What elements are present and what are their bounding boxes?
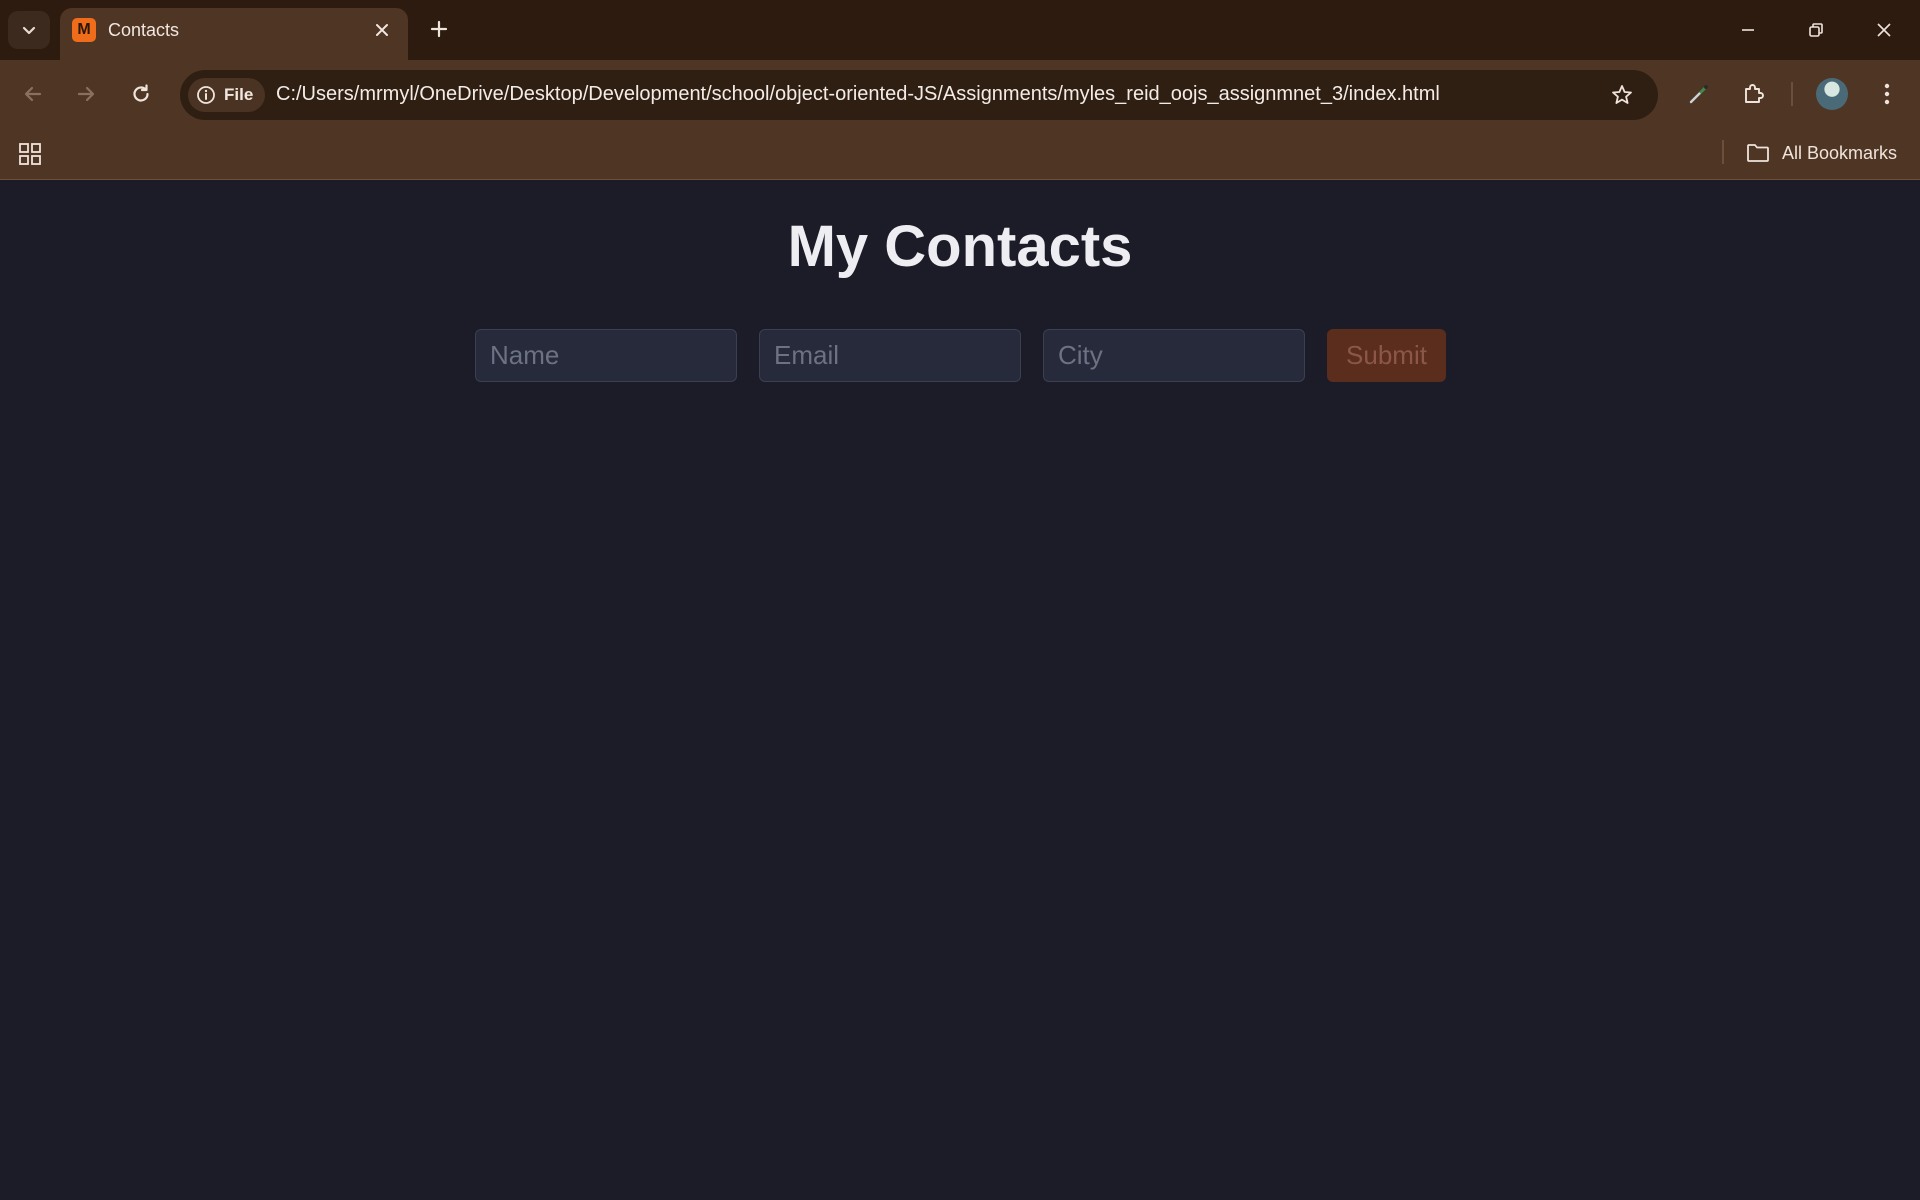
city-input[interactable] (1043, 329, 1305, 382)
minimize-button[interactable] (1723, 10, 1773, 50)
info-icon (197, 86, 215, 104)
chevron-down-icon (22, 26, 36, 35)
new-tab-button[interactable] (422, 12, 456, 46)
eyedropper-icon (1689, 85, 1708, 104)
site-info-label: File (224, 85, 254, 104)
contact-form: Submit (475, 329, 1446, 382)
submit-button[interactable]: Submit (1327, 329, 1446, 382)
back-button[interactable] (13, 74, 53, 114)
bookmark-star-button[interactable] (1606, 79, 1638, 111)
apps-button[interactable] (16, 140, 44, 168)
tab-search-button[interactable] (8, 11, 50, 49)
page-title: My Contacts (787, 214, 1133, 279)
forward-arrow-icon (77, 86, 95, 102)
profile-avatar[interactable] (1816, 78, 1848, 110)
reload-icon (133, 84, 149, 102)
tab-title: Contacts (108, 20, 180, 40)
tab-favicon-icon: M (72, 18, 96, 42)
all-bookmarks-button[interactable]: All Bookmarks (1746, 138, 1897, 168)
address-bar[interactable]: File C:/Users/mrmyl/OneDrive/Desktop/Dev… (180, 70, 1658, 120)
url-text[interactable]: C:/Users/mrmyl/OneDrive/Desktop/Developm… (276, 83, 1440, 106)
folder-icon (1747, 144, 1769, 162)
name-input[interactable] (475, 329, 737, 382)
apps-grid-icon (19, 143, 41, 165)
tab-strip: M Contacts (0, 0, 1920, 60)
page-viewport: My Contacts Submit (0, 181, 1920, 1200)
minimize-icon (1742, 29, 1754, 31)
browser-toolbar: File C:/Users/mrmyl/OneDrive/Desktop/Dev… (0, 60, 1920, 128)
bookmarks-bar: All Bookmarks (0, 128, 1920, 180)
restore-button[interactable] (1791, 10, 1841, 50)
more-vertical-icon (1884, 83, 1890, 105)
close-window-button[interactable] (1859, 10, 1909, 50)
close-icon (376, 24, 388, 36)
eyedropper-extension-button[interactable] (1679, 74, 1719, 114)
forward-button[interactable] (66, 74, 106, 114)
puzzle-icon (1745, 84, 1764, 103)
extensions-button[interactable] (1733, 74, 1773, 114)
bookmarks-separator (1722, 140, 1724, 164)
star-icon (1612, 85, 1632, 104)
active-tab[interactable]: M Contacts (60, 8, 408, 60)
browser-menu-button[interactable] (1867, 74, 1907, 114)
all-bookmarks-label: All Bookmarks (1782, 142, 1898, 163)
back-arrow-icon (24, 86, 42, 102)
tab-close-button[interactable] (368, 16, 396, 44)
plus-icon (430, 20, 448, 38)
reload-button[interactable] (121, 74, 161, 114)
toolbar-separator (1791, 82, 1793, 106)
email-input[interactable] (759, 329, 1021, 382)
restore-icon (1809, 23, 1823, 37)
site-info-chip[interactable]: File (188, 78, 266, 112)
close-icon (1877, 23, 1891, 37)
